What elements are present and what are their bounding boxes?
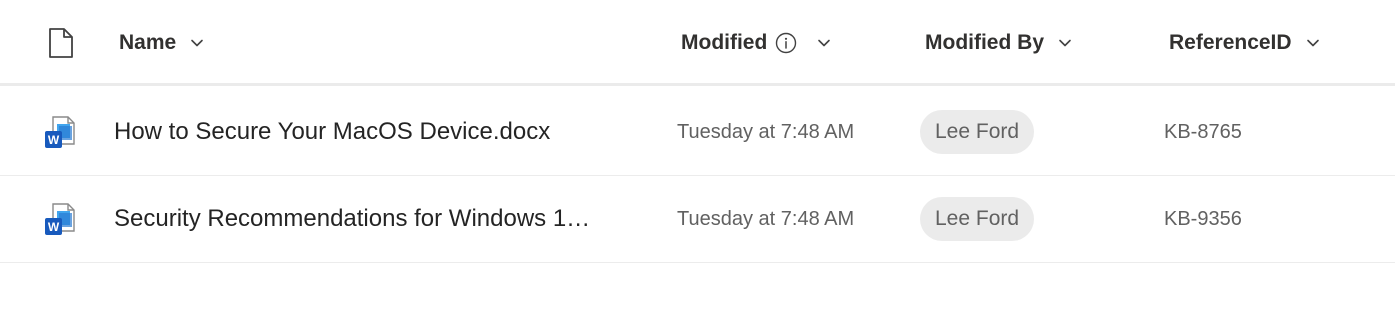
- reference-id-value: KB-9356: [1164, 207, 1242, 230]
- file-name-cell[interactable]: How to Secure Your MacOS Device.docx: [114, 89, 550, 175]
- reference-id-column-label: ReferenceID: [1169, 31, 1292, 54]
- word-document-icon: W: [45, 116, 75, 148]
- word-document-icon: W: [45, 203, 75, 235]
- reference-id-column-header[interactable]: ReferenceID: [1169, 0, 1320, 86]
- reference-id-value: KB-8765: [1164, 120, 1242, 143]
- reference-id-cell: KB-8765: [1164, 89, 1242, 175]
- modified-by-cell: Lee Ford: [920, 176, 1035, 262]
- modified-column-header[interactable]: Modified: [681, 0, 831, 86]
- list-row[interactable]: W How to Secure Your MacOS Device.docx T…: [0, 89, 1395, 176]
- modified-column-label: Modified: [681, 31, 768, 54]
- name-column-label: Name: [119, 31, 177, 54]
- list-row[interactable]: W Security Recommendations for Windows 1…: [0, 176, 1395, 263]
- chevron-down-icon: [1059, 39, 1071, 47]
- row-file-icon-cell: W: [44, 176, 76, 262]
- chevron-down-icon: [191, 39, 204, 47]
- file-name-cell[interactable]: Security Recommendations for Windows 1…: [114, 176, 590, 262]
- modified-date: Tuesday at 7:48 AM: [677, 120, 855, 143]
- chevron-down-icon: [1306, 39, 1319, 47]
- modified-by-cell: Lee Ford: [920, 89, 1035, 175]
- file-name-link[interactable]: Security Recommendations for Windows 1…: [114, 205, 590, 233]
- chevron-down-icon: [818, 39, 831, 47]
- file-name-link[interactable]: How to Secure Your MacOS Device.docx: [114, 118, 550, 146]
- modified-by-pill[interactable]: Lee Ford: [920, 110, 1035, 154]
- svg-text:W: W: [48, 133, 60, 147]
- file-icon: [49, 28, 73, 58]
- reference-id-cell: KB-9356: [1164, 176, 1242, 262]
- modified-by-column-header[interactable]: Modified By: [925, 0, 1072, 86]
- modified-by-column-label: Modified By: [925, 31, 1044, 54]
- list-header: Name Modified Modified By ReferenceID: [0, 0, 1395, 86]
- name-column-header[interactable]: Name: [119, 0, 204, 86]
- file-type-column-header[interactable]: [48, 0, 74, 86]
- modified-cell: Tuesday at 7:48 AM: [677, 89, 854, 175]
- modified-cell: Tuesday at 7:48 AM: [677, 176, 854, 262]
- svg-text:W: W: [48, 220, 60, 234]
- modified-by-pill[interactable]: Lee Ford: [920, 197, 1035, 241]
- info-icon[interactable]: [775, 32, 797, 54]
- modified-date: Tuesday at 7:48 AM: [677, 207, 855, 230]
- row-file-icon-cell: W: [44, 89, 76, 175]
